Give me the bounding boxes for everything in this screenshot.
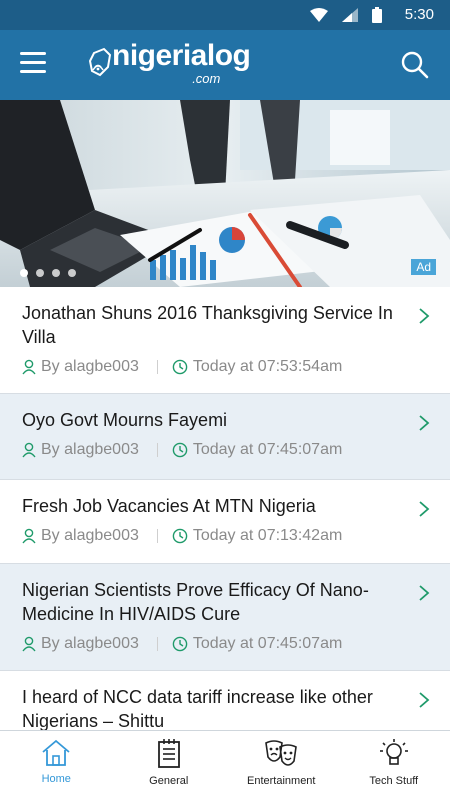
- battery-icon: [372, 7, 382, 23]
- article-title: Nigerian Scientists Prove Efficacy Of Na…: [22, 580, 369, 624]
- clock-icon: [172, 442, 188, 458]
- logo-domain: .com: [192, 71, 221, 86]
- app-bar: nigerialog .com: [0, 30, 450, 100]
- slider-dots: [20, 269, 76, 277]
- slider-dot[interactable]: [36, 269, 44, 277]
- article-author: By alagbe003: [41, 358, 139, 375]
- nav-label: General: [149, 775, 189, 787]
- article-meta: By alagbe003 Today at 07:45:07am: [22, 635, 404, 653]
- article-author: By alagbe003: [41, 441, 139, 458]
- signal-icon: [342, 8, 358, 22]
- user-icon: [22, 636, 36, 652]
- article-meta: By alagbe003 Today at 07:13:42am: [22, 527, 404, 545]
- nav-general[interactable]: General: [113, 731, 226, 800]
- user-icon: [22, 442, 36, 458]
- article-item[interactable]: Nigerian Scientists Prove Efficacy Of Na…: [0, 564, 450, 671]
- document-icon: [157, 739, 180, 768]
- status-bar: 5:30: [0, 0, 450, 30]
- search-icon[interactable]: [400, 50, 430, 80]
- nav-label: Entertainment: [247, 775, 316, 787]
- nav-tech-stuff[interactable]: Tech Stuff: [338, 731, 450, 800]
- article-item[interactable]: Oyo Govt Mourns Fayemi By alagbe003 Toda…: [0, 394, 450, 480]
- nigeria-map-icon: [88, 47, 112, 77]
- nav-home[interactable]: Home: [0, 731, 113, 800]
- article-meta: By alagbe003 Today at 07:53:54am: [22, 358, 404, 376]
- lightbulb-icon: [379, 739, 408, 765]
- hero-slider[interactable]: Ad: [0, 100, 450, 287]
- logo-name: nigerialog: [112, 39, 251, 72]
- user-icon: [22, 359, 36, 375]
- article-list: Jonathan Shuns 2016 Thanksgiving Service…: [0, 287, 450, 730]
- bottom-nav: Home General Entertainment Tech Stuff: [0, 730, 450, 800]
- clock-icon: [172, 636, 188, 652]
- article-meta: By alagbe003 Today at 07:45:07am: [22, 441, 404, 459]
- article-author: By alagbe003: [41, 635, 139, 652]
- article-item[interactable]: I heard of NCC data tariff increase like…: [0, 671, 450, 730]
- hero-image: [0, 100, 450, 287]
- article-title: Jonathan Shuns 2016 Thanksgiving Service…: [22, 303, 393, 347]
- theater-masks-icon: [265, 740, 298, 766]
- article-item[interactable]: Fresh Job Vacancies At MTN Nigeria By al…: [0, 480, 450, 564]
- article-time: Today at 07:13:42am: [192, 527, 343, 544]
- hamburger-menu-icon[interactable]: [20, 52, 50, 78]
- slider-dot[interactable]: [20, 269, 28, 277]
- user-icon: [22, 528, 36, 544]
- status-icons: [310, 7, 382, 23]
- wifi-icon: [310, 8, 328, 22]
- ad-badge[interactable]: Ad: [411, 259, 436, 275]
- slider-dot[interactable]: [52, 269, 60, 277]
- chevron-right-icon: [419, 585, 430, 601]
- article-item[interactable]: Jonathan Shuns 2016 Thanksgiving Service…: [0, 287, 450, 394]
- chevron-right-icon: [419, 308, 430, 324]
- nav-label: Home: [41, 773, 71, 785]
- chevron-right-icon: [419, 692, 430, 708]
- chevron-right-icon: [419, 415, 430, 431]
- nav-label: Tech Stuff: [369, 775, 419, 787]
- nav-entertainment[interactable]: Entertainment: [225, 731, 338, 800]
- chevron-right-icon: [419, 501, 430, 517]
- article-time: Today at 07:45:07am: [192, 441, 343, 458]
- clock-icon: [172, 528, 188, 544]
- article-author: By alagbe003: [41, 527, 139, 544]
- app-logo[interactable]: nigerialog .com: [88, 39, 251, 91]
- home-icon: [42, 739, 70, 766]
- article-time: Today at 07:53:54am: [192, 358, 343, 375]
- status-time: 5:30: [404, 6, 434, 23]
- clock-icon: [172, 359, 188, 375]
- article-title: Fresh Job Vacancies At MTN Nigeria: [22, 496, 316, 516]
- article-time: Today at 07:45:07am: [192, 635, 343, 652]
- article-title: Oyo Govt Mourns Fayemi: [22, 410, 228, 430]
- article-title: I heard of NCC data tariff increase like…: [22, 687, 373, 730]
- slider-dot[interactable]: [68, 269, 76, 277]
